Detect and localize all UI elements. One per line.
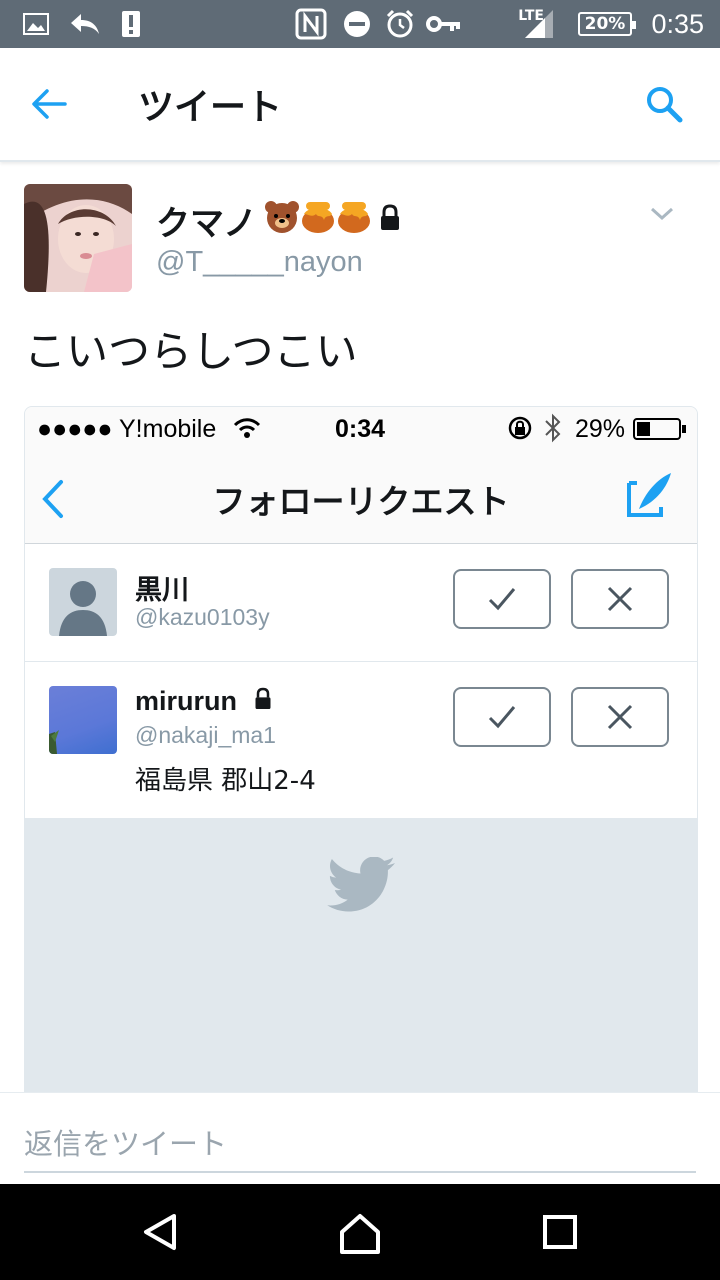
vpn-key-icon	[426, 0, 462, 48]
author-avatar[interactable]	[24, 184, 132, 292]
follow-request-row: 黒川 @kazu0103y	[25, 544, 697, 662]
search-icon[interactable]	[640, 80, 688, 128]
request-handle: @nakaji_ma1	[135, 722, 276, 748]
accept-button	[453, 687, 551, 747]
request-handle: @kazu0103y	[135, 604, 270, 630]
alert-notification-icon	[120, 0, 142, 48]
embedded-battery: 29%	[575, 415, 626, 443]
page-title: ツイート	[138, 87, 283, 128]
battery-indicator: 20%	[578, 12, 636, 36]
nav-recents-icon[interactable]	[542, 1214, 578, 1250]
battery-icon	[633, 418, 687, 447]
back-arrow-icon[interactable]	[24, 78, 74, 130]
reply-notification-icon	[68, 0, 102, 48]
reply-bar: 返信をツイート	[0, 1092, 720, 1185]
wifi-icon	[233, 417, 261, 446]
author-display-name[interactable]: クマノ	[156, 196, 257, 245]
embedded-title: フォローリクエスト	[212, 482, 510, 521]
decline-button	[571, 687, 669, 747]
close-icon	[607, 704, 633, 730]
embedded-empty-area	[25, 819, 697, 1093]
honey-pot-emoji-icon	[300, 198, 336, 234]
nfc-icon	[294, 0, 328, 48]
tweet-attached-image[interactable]: ●●●●● Y!mobile 0:34 29% フォローリクエスト 黒川 @ka…	[24, 406, 698, 1094]
display-name-text: クマノ	[156, 204, 257, 244]
rotation-lock-icon	[507, 415, 533, 448]
chevron-down-icon[interactable]	[646, 200, 678, 228]
embedded-status-bar: ●●●●● Y!mobile 0:34 29%	[25, 407, 697, 451]
bear-emoji-icon	[264, 200, 300, 234]
author-handle[interactable]: @T_____nayon	[156, 246, 363, 279]
request-name: mirurun	[135, 686, 273, 717]
close-icon	[607, 586, 633, 612]
follow-request-row: mirurun @nakaji_ma1 福島県 郡山2-4	[25, 662, 697, 819]
reply-input[interactable]: 返信をツイート	[24, 1113, 696, 1173]
check-icon	[488, 706, 516, 729]
check-icon	[488, 588, 516, 611]
app-bar	[0, 48, 720, 162]
request-name: 黒川	[135, 575, 189, 605]
default-avatar-icon	[49, 568, 117, 636]
embedded-carrier: ●●●●● Y!mobile	[37, 415, 217, 443]
status-bar: LTE 20% 0:35	[0, 0, 720, 48]
accept-button	[453, 569, 551, 629]
honey-pot-emoji-icon	[336, 198, 372, 234]
embedded-time: 0:34	[335, 415, 386, 443]
embedded-nav-bar: フォローリクエスト	[25, 451, 697, 544]
system-nav-bar	[0, 1184, 720, 1280]
nav-back-icon[interactable]	[140, 1212, 182, 1254]
decline-button	[571, 569, 669, 629]
request-location: 福島県 郡山2-4	[135, 766, 316, 796]
request-avatar	[49, 686, 117, 754]
signal-icon	[522, 0, 556, 48]
do-not-disturb-icon	[342, 0, 372, 48]
protected-lock-icon	[255, 687, 271, 709]
request-name-text: mirurun	[135, 686, 238, 716]
bluetooth-icon	[543, 413, 563, 450]
tweet-text: こいつらしつこい	[24, 327, 358, 376]
twitter-bird-icon	[327, 857, 395, 912]
clock: 0:35	[651, 8, 704, 39]
nav-home-icon[interactable]	[338, 1212, 382, 1256]
alarm-icon	[384, 0, 416, 48]
image-notification-icon	[22, 0, 50, 48]
protected-lock-icon	[378, 204, 402, 232]
embedded-compose-icon	[627, 471, 673, 523]
